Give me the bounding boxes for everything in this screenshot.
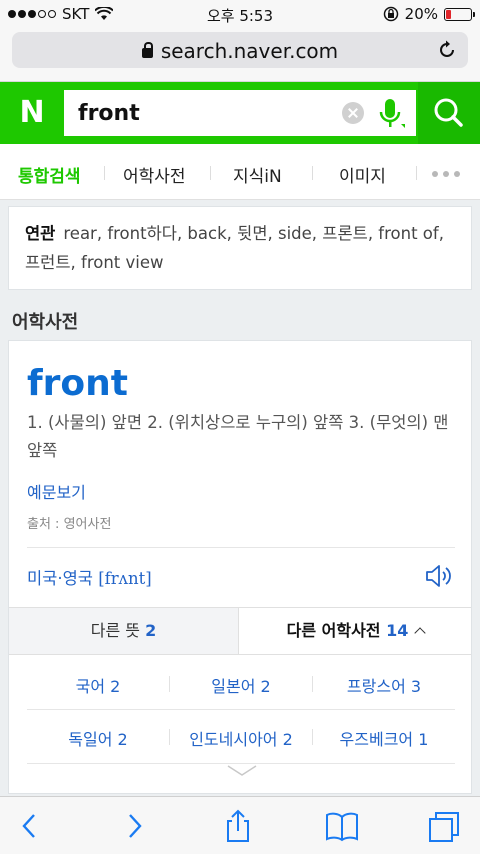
browser-toolbar <box>0 796 480 854</box>
tab-other-meanings[interactable]: 다른 뜻 2 <box>9 608 239 654</box>
search-header: N front <box>0 82 480 144</box>
search-tabs: 통합검색 어학사전 지식iN 이미지 <box>0 144 480 200</box>
language-link-korean[interactable]: 국어 2 <box>27 673 169 697</box>
tab-images[interactable]: 이미지 <box>339 162 386 187</box>
battery-icon <box>444 7 475 21</box>
chevron-up-icon <box>414 627 427 639</box>
search-query[interactable]: front <box>78 101 140 126</box>
language-link-japanese[interactable]: 일본어 2 <box>170 673 312 697</box>
phonetic: [frʌnt] <box>98 569 152 588</box>
search-icon[interactable] <box>418 82 480 144</box>
source-text: 출처 : 영어사전 <box>27 517 112 532</box>
battery-percent: 20% <box>404 5 438 23</box>
section-title: 어학사전 <box>12 312 79 333</box>
close-icon[interactable] <box>342 102 364 124</box>
back-icon[interactable] <box>12 809 48 843</box>
language-link-german[interactable]: 독일어 2 <box>27 726 169 750</box>
microphone-icon[interactable] <box>376 98 406 130</box>
related-searches: 연관 rear, front하다, back, 뒷면, side, 프론트, fr… <box>8 206 472 290</box>
tabs-icon[interactable] <box>426 809 462 843</box>
dictionary-subtabs: 다른 뜻 2 다른 어학사전 14 <box>9 607 471 655</box>
address-field[interactable]: search.naver.com <box>12 32 468 68</box>
search-input[interactable]: front <box>64 90 416 136</box>
tab-language-dictionary[interactable]: 어학사전 <box>123 162 186 187</box>
speaker-icon[interactable] <box>425 563 455 589</box>
tab-integrated-search[interactable]: 통합검색 <box>18 162 81 187</box>
naver-logo[interactable]: N <box>10 92 54 134</box>
language-link-indonesian[interactable]: 인도네시아어 2 <box>170 726 312 750</box>
tab-other-dictionaries[interactable]: 다른 어학사전 14 <box>240 608 471 654</box>
chevron-down-icon[interactable] <box>227 765 257 777</box>
rotation-lock-icon <box>383 6 398 22</box>
related-terms[interactable]: rear, front하다, back, 뒷면, side, 프론트, fron… <box>25 224 444 272</box>
lock-icon <box>141 42 153 58</box>
related-label: 연관 <box>25 224 56 243</box>
more-tabs-icon[interactable] <box>432 171 460 177</box>
url-text: search.naver.com <box>160 39 339 63</box>
examples-link[interactable]: 예문보기 <box>27 479 86 503</box>
pronunciation: 미국·영국 [frʌnt] <box>27 565 152 589</box>
reload-icon[interactable] <box>436 39 458 61</box>
share-icon[interactable] <box>220 809 256 843</box>
browser-url-bar: search.naver.com <box>0 28 480 82</box>
status-bar: SKT 오후 5:53 20% <box>0 0 480 28</box>
tab-knowledge-in[interactable]: 지식iN <box>233 162 282 187</box>
language-link-uzbek[interactable]: 우즈베크어 1 <box>313 726 455 750</box>
word-meanings: 1. (사물의) 앞면 2. (위치상으로 누구의) 앞쪽 3. (무엇의) 맨… <box>27 413 449 460</box>
dictionary-card: front 1. (사물의) 앞면 2. (위치상으로 누구의) 앞쪽 3. (… <box>8 340 472 794</box>
bookmarks-icon[interactable] <box>324 809 360 843</box>
language-link-french[interactable]: 프랑스어 3 <box>313 673 455 697</box>
pronunciation-label: 미국·영국 <box>27 569 93 588</box>
forward-icon[interactable] <box>116 809 152 843</box>
dictionary-word[interactable]: front <box>27 363 128 404</box>
